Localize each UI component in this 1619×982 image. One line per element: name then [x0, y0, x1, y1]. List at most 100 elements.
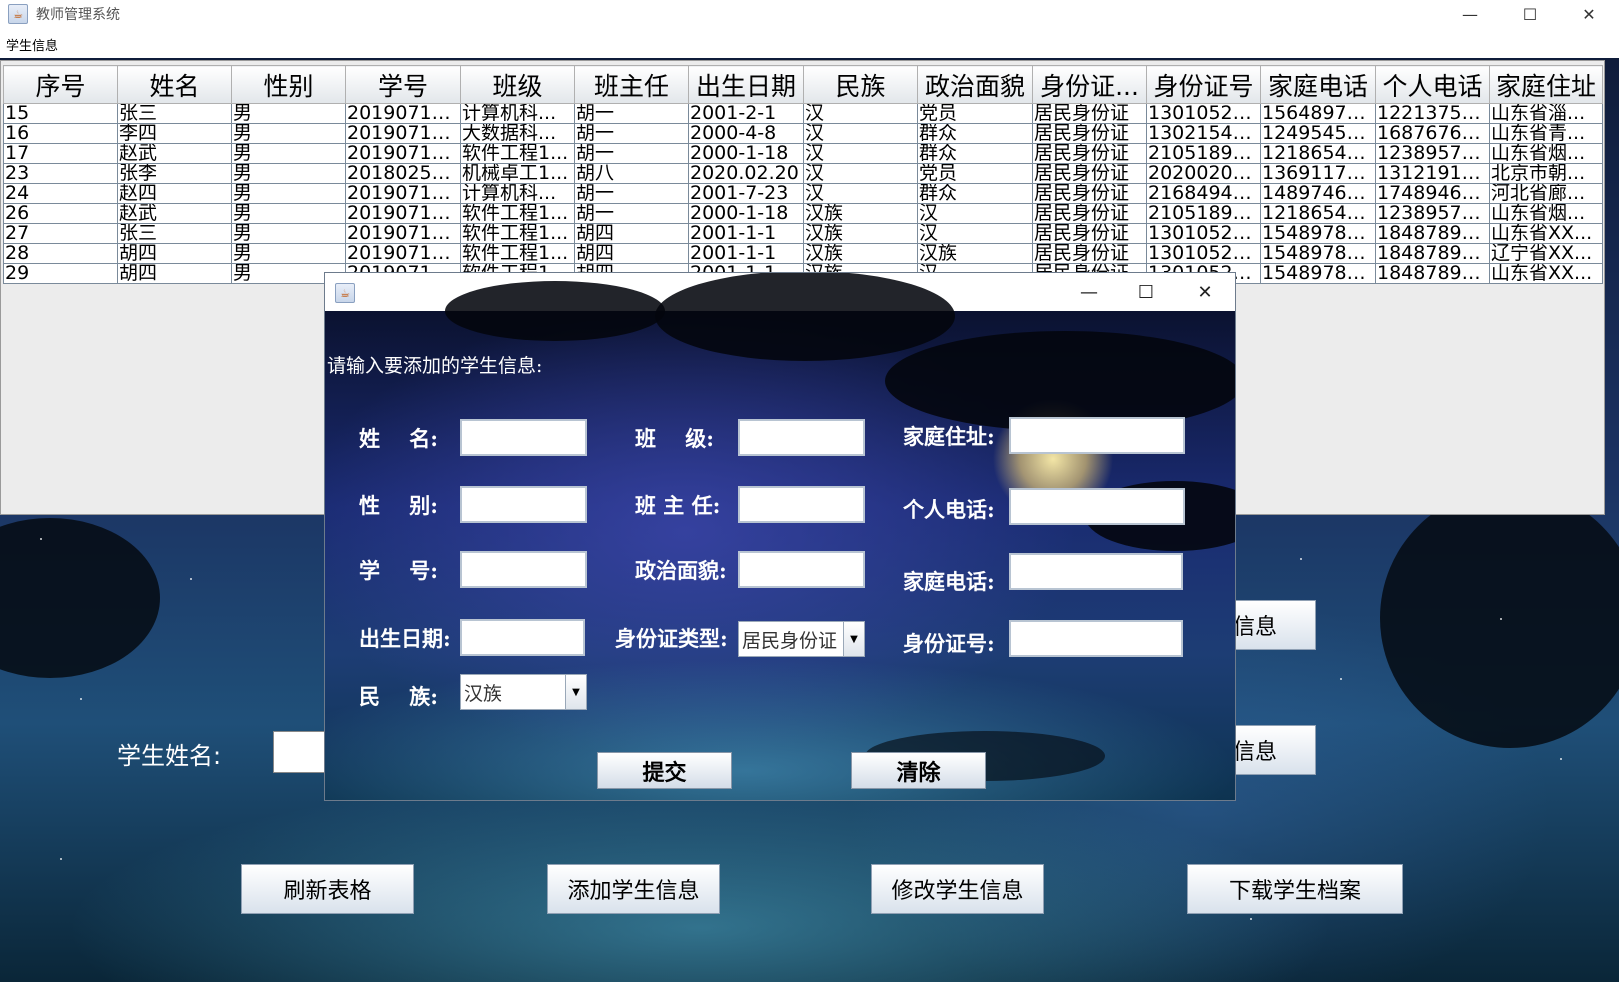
table-cell[interactable]: 汉 — [803, 183, 918, 204]
name-input[interactable] — [460, 419, 587, 456]
ethnicity-select[interactable]: 汉族 ▼ — [460, 674, 587, 710]
maximize-button[interactable]: ☐ — [1502, 0, 1558, 28]
table-cell[interactable]: 18487897... — [1375, 243, 1490, 264]
table-cell[interactable]: 山东省XX... — [1489, 263, 1603, 284]
table-cell[interactable]: 2001-2-1 — [688, 103, 804, 124]
table-cell[interactable]: 胡四 — [117, 243, 232, 264]
table-cell[interactable]: 16876767... — [1375, 123, 1490, 144]
table-cell[interactable]: 辽宁省XX... — [1489, 243, 1603, 264]
table-cell[interactable]: 20200202... — [1146, 163, 1261, 184]
table-cell[interactable]: 山东省淄... — [1489, 103, 1603, 124]
table-cell[interactable]: 汉族 — [803, 223, 918, 244]
table-cell[interactable]: 居民身份证 — [1032, 143, 1147, 164]
table-cell[interactable]: 15489789... — [1260, 223, 1376, 244]
table-cell[interactable]: 汉族 — [803, 243, 918, 264]
politics-input[interactable] — [738, 551, 865, 588]
close-button[interactable]: ✕ — [1561, 0, 1617, 28]
table-cell[interactable]: 汉 — [917, 223, 1033, 244]
table-cell[interactable]: 18487897... — [1375, 223, 1490, 244]
table-cell[interactable]: 2020.02.20 — [688, 163, 804, 184]
table-cell[interactable]: 17489465... — [1375, 183, 1490, 204]
table-cell[interactable]: 14897461... — [1260, 183, 1376, 204]
table-cell[interactable]: 12389576... — [1375, 143, 1490, 164]
table-cell[interactable]: 26 — [3, 203, 118, 224]
chevron-down-icon[interactable]: ▼ — [565, 675, 586, 709]
teacher-input[interactable] — [738, 486, 865, 523]
dialog-close-button[interactable]: ✕ — [1180, 273, 1230, 311]
table-cell[interactable]: 12495458... — [1260, 123, 1376, 144]
table-cell[interactable]: 李四 — [117, 123, 232, 144]
table-cell[interactable]: 汉 — [803, 163, 918, 184]
table-cell[interactable]: 居民身份证 — [1032, 123, 1147, 144]
id-number-input[interactable] — [1009, 620, 1183, 657]
table-cell[interactable]: 男 — [231, 183, 346, 204]
table-cell[interactable]: 男 — [231, 203, 346, 224]
table-cell[interactable]: 计算机科... — [460, 103, 575, 124]
table-cell[interactable]: 机械卓工1... — [460, 163, 575, 184]
dialog-minimize-button[interactable]: — — [1064, 273, 1114, 311]
column-header[interactable]: 身份证号 — [1146, 65, 1261, 104]
table-cell[interactable]: 18487897... — [1375, 263, 1490, 284]
table-cell[interactable]: 汉 — [803, 123, 918, 144]
table-row[interactable]: 16 李四男 20190713... 大数据科... 胡一 2000-4-8 汉群众 居民身份… — [3, 123, 1603, 144]
birth-date-input[interactable] — [460, 619, 585, 656]
table-cell[interactable]: 12389576... — [1375, 203, 1490, 224]
table-cell[interactable]: 13021548... — [1146, 123, 1261, 144]
column-header[interactable]: 班主任 — [574, 65, 689, 104]
edit-student-button[interactable]: 修改学生信息 — [871, 864, 1044, 914]
table-cell[interactable]: 党员 — [917, 103, 1033, 124]
table-cell[interactable]: 男 — [231, 243, 346, 264]
table-cell[interactable]: 居民身份证 — [1032, 223, 1147, 244]
table-cell[interactable]: 21684941... — [1146, 183, 1261, 204]
column-header[interactable]: 出生日期 — [688, 65, 804, 104]
table-cell[interactable]: 计算机科... — [460, 183, 575, 204]
table-cell[interactable]: 20190713... — [345, 123, 461, 144]
table-row[interactable]: 17 赵武男 20190713... 软件工程1... 胡一 2000-1-18 汉群众 居民… — [3, 143, 1603, 164]
column-header[interactable]: 个人电话 — [1375, 65, 1490, 104]
student-id-input[interactable] — [460, 551, 587, 588]
table-cell[interactable]: 胡四 — [117, 263, 232, 284]
table-cell[interactable]: 赵武 — [117, 203, 232, 224]
table-cell[interactable]: 汉 — [803, 103, 918, 124]
minimize-button[interactable]: — — [1442, 0, 1498, 28]
table-cell[interactable]: 张李 — [117, 163, 232, 184]
table-cell[interactable]: 2001-1-1 — [688, 243, 804, 264]
table-cell[interactable]: 21051897... — [1146, 203, 1261, 224]
table-cell[interactable]: 赵四 — [117, 183, 232, 204]
table-cell[interactable]: 汉族 — [803, 203, 918, 224]
table-cell[interactable]: 群众 — [917, 183, 1033, 204]
address-input[interactable] — [1009, 417, 1185, 454]
table-cell[interactable]: 居民身份证 — [1032, 203, 1147, 224]
table-cell[interactable]: 软件工程1... — [460, 143, 575, 164]
table-cell[interactable]: 胡四 — [574, 223, 689, 244]
table-cell[interactable]: 2001-1-1 — [688, 223, 804, 244]
table-cell[interactable]: 28 — [3, 243, 118, 264]
table-cell[interactable]: 12186548... — [1260, 203, 1376, 224]
table-cell[interactable]: 胡四 — [574, 243, 689, 264]
table-cell[interactable]: 20190713... — [345, 143, 461, 164]
table-cell[interactable]: 软件工程1... — [460, 203, 575, 224]
table-row[interactable]: 27 张三男 20190713... 软件工程1... 胡四 2001-1-1 汉族汉居民身… — [3, 223, 1603, 244]
table-cell[interactable]: 2000-4-8 — [688, 123, 804, 144]
column-header[interactable]: 学号 — [345, 65, 461, 104]
table-cell[interactable]: 12186548... — [1260, 143, 1376, 164]
table-cell[interactable]: 16 — [3, 123, 118, 144]
table-row[interactable]: 28 胡四男 20190713... 软件工程1... 胡四 2001-1-1 汉族 汉族 居民… — [3, 243, 1603, 264]
download-student-file-button[interactable]: 下载学生档案 — [1187, 864, 1403, 914]
menu-item-student-info[interactable]: 学生信息 — [6, 35, 58, 54]
table-cell[interactable]: 13010520... — [1146, 243, 1261, 264]
id-type-select[interactable]: 居民身份证 ▼ — [738, 621, 865, 657]
table-cell[interactable]: 张三 — [117, 223, 232, 244]
column-header[interactable]: 序号 — [3, 65, 118, 104]
table-cell[interactable]: 15 — [3, 103, 118, 124]
table-cell[interactable]: 23 — [3, 163, 118, 184]
table-cell[interactable]: 20190713... — [345, 203, 461, 224]
table-cell[interactable]: 29 — [3, 263, 118, 284]
table-cell[interactable]: 胡八 — [574, 163, 689, 184]
class-input[interactable] — [738, 419, 865, 456]
table-cell[interactable]: 24 — [3, 183, 118, 204]
column-header[interactable]: 班级 — [460, 65, 575, 104]
table-row[interactable]: 23 张李男 20180251... 机械卓工1... 胡八 2020.02.20 汉党员居… — [3, 163, 1603, 184]
table-cell[interactable]: 20190713... — [345, 103, 461, 124]
table-cell[interactable]: 13691177... — [1260, 163, 1376, 184]
